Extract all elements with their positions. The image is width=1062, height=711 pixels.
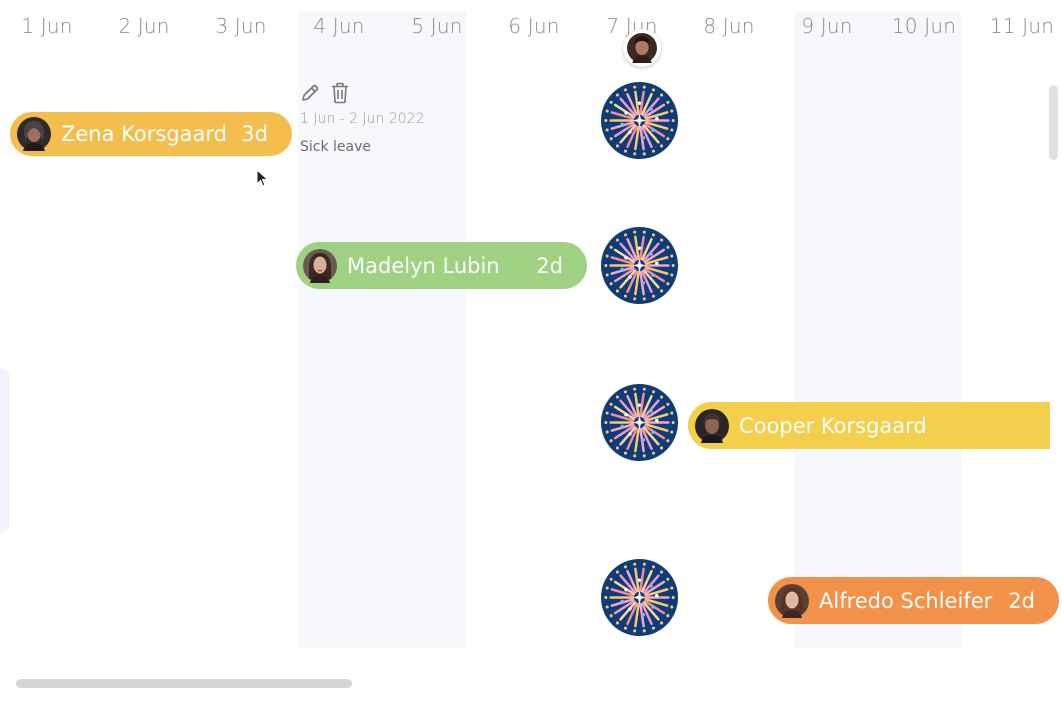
day-label-11-jun: 11 Jun: [989, 14, 1055, 38]
avatar: [627, 33, 657, 63]
day-label-5-jun: 5 Jun: [411, 14, 463, 38]
day-label-3-jun: 3 Jun: [215, 14, 267, 38]
pencil-icon[interactable]: [300, 82, 320, 104]
leave-details-popover: 1 Jun - 2 Jun 2022 Sick leave: [300, 82, 425, 155]
leave-bar-alfredo-schleifer[interactable]: Alfredo Schleifer 2d: [768, 577, 1059, 624]
vertical-scrollbar[interactable]: [1049, 85, 1058, 160]
leave-bar-zena-korsgaard[interactable]: Zena Korsgaard 3d: [10, 112, 292, 156]
day-label-10-jun: 10 Jun: [891, 14, 957, 38]
day-label-9-jun: 9 Jun: [801, 14, 853, 38]
day-label-1-jun: 1 Jun: [21, 14, 73, 38]
day-label-8-jun: 8 Jun: [703, 14, 755, 38]
avatar: [303, 248, 337, 283]
day-label-4-jun: 4 Jun: [313, 14, 365, 38]
leave-type: Sick leave: [300, 139, 372, 155]
leave-date-range: 1 Jun - 2 Jun 2022: [300, 111, 425, 127]
mouse-cursor-icon: [256, 169, 269, 187]
employee-name: Madelyn Lubin: [347, 253, 500, 278]
fireworks-icon[interactable]: [601, 82, 678, 159]
leave-duration: 2d: [536, 253, 563, 278]
leave-duration: 3d: [241, 122, 268, 146]
leave-duration: 2d: [1008, 588, 1035, 613]
employee-name: Alfredo Schleifer: [819, 588, 993, 613]
leave-bar-madelyn-lubin[interactable]: Madelyn Lubin 2d: [296, 242, 587, 289]
employee-name: Cooper Korsgaard: [739, 413, 927, 438]
avatar: [775, 583, 809, 618]
today-user-avatar[interactable]: [623, 29, 661, 67]
collapsed-side-panel-edge[interactable]: [0, 368, 10, 533]
employee-name: Zena Korsgaard: [61, 122, 227, 146]
weekend-column-9-10-jun: [795, 12, 961, 648]
horizontal-scrollbar[interactable]: [16, 679, 352, 688]
trash-icon[interactable]: [330, 82, 350, 104]
fireworks-icon[interactable]: [601, 384, 678, 461]
avatar: [695, 408, 729, 443]
leave-bar-cooper-korsgaard[interactable]: Cooper Korsgaard: [688, 402, 1050, 449]
fireworks-icon[interactable]: [601, 227, 678, 304]
day-label-2-jun: 2 Jun: [118, 14, 170, 38]
fireworks-icon[interactable]: [601, 559, 678, 636]
day-label-6-jun: 6 Jun: [508, 14, 560, 38]
avatar: [17, 117, 51, 151]
